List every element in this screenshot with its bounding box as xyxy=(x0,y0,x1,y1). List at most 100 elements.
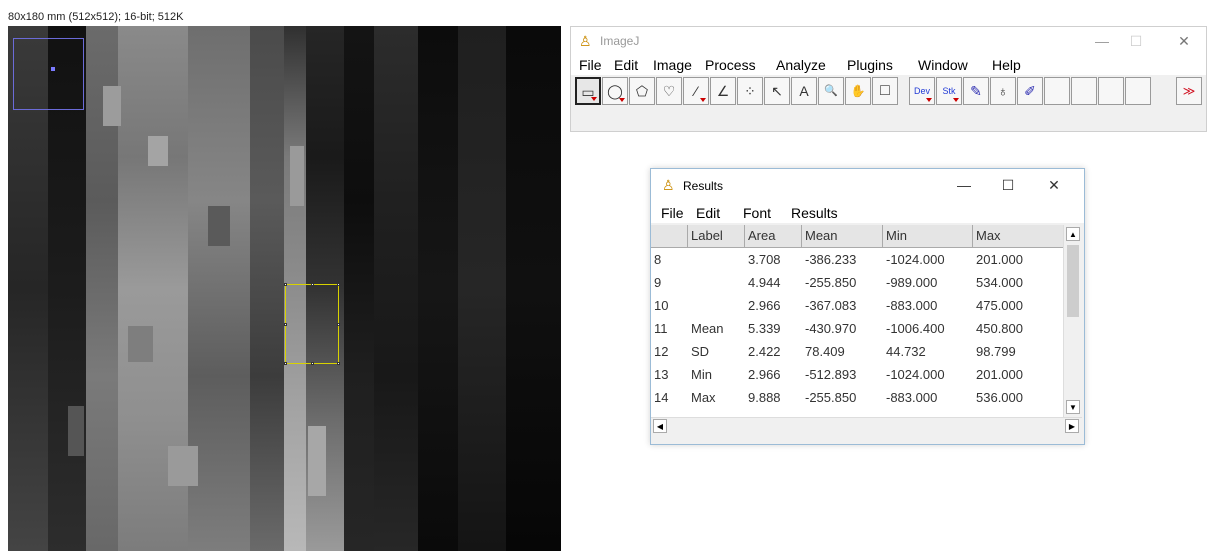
menu-analyze[interactable]: Analyze xyxy=(776,57,826,73)
menu-font[interactable]: Font xyxy=(743,205,771,221)
column-header-mean[interactable]: Mean xyxy=(801,225,882,247)
imagej-title: ImageJ xyxy=(600,34,640,48)
cell-label xyxy=(688,294,691,317)
menu-edit[interactable]: Edit xyxy=(696,205,720,221)
roi-handle[interactable] xyxy=(311,283,314,286)
cell-max: 201.000 xyxy=(976,367,1023,382)
empty-tool-slot[interactable] xyxy=(1098,77,1124,105)
column-header[interactable] xyxy=(651,225,687,247)
table-row[interactable]: 10 2.966 -367.083 -883.000 475.000 xyxy=(651,294,1063,317)
roi-handle[interactable] xyxy=(337,362,340,365)
pencil-tool-button[interactable]: ✐ xyxy=(1017,77,1043,105)
column-header-min[interactable]: Min xyxy=(882,225,972,247)
menu-plugins[interactable]: Plugins xyxy=(847,57,893,73)
fill-tool-button[interactable]: ♁ xyxy=(990,77,1016,105)
angle-tool-button[interactable]: ∠ xyxy=(710,77,736,105)
image-strip xyxy=(506,26,561,551)
roi-handle[interactable] xyxy=(337,323,340,326)
hand-tool-button[interactable]: ✋ xyxy=(845,77,871,105)
brush-icon: ✎ xyxy=(970,83,982,99)
scroll-thumb[interactable] xyxy=(1067,245,1079,317)
vertical-scrollbar[interactable]: ▲ ▼ xyxy=(1063,225,1083,417)
magnifier-tool-button[interactable]: 🔍 xyxy=(818,77,844,105)
brush-tool-button[interactable]: ✎ xyxy=(963,77,989,105)
rectangle-roi[interactable] xyxy=(284,283,340,365)
more-tools-button[interactable]: ≫ xyxy=(1176,77,1202,105)
roi-handle[interactable] xyxy=(284,283,287,286)
scroll-right-arrow-icon[interactable]: ▶ xyxy=(1065,419,1079,433)
roi-handle[interactable] xyxy=(284,362,287,365)
column-header-max[interactable]: Max xyxy=(972,225,1063,247)
maximize-button[interactable]: ☐ xyxy=(1121,31,1151,51)
cell-min: -883.000 xyxy=(886,298,938,313)
line-tool-button[interactable]: ⁄ xyxy=(683,77,709,105)
results-menubar: File Edit Font Results xyxy=(651,203,1084,223)
menu-help[interactable]: Help xyxy=(992,57,1021,73)
scroll-up-arrow-icon[interactable]: ▲ xyxy=(1066,227,1080,241)
cell-mean: -430.970 xyxy=(805,321,857,336)
cell-max: 201.000 xyxy=(976,252,1023,267)
wand-tool-button[interactable]: ↖ xyxy=(764,77,790,105)
imagej-titlebar[interactable]: ♙ ImageJ — ☐ ✕ xyxy=(571,27,1206,55)
menu-process[interactable]: Process xyxy=(705,57,756,73)
navigator-box[interactable] xyxy=(13,38,84,110)
empty-tool-slot[interactable] xyxy=(1044,77,1070,105)
table-row[interactable]: 14 Max 9.888 -255.850 -883.000 536.000 xyxy=(651,386,1063,409)
rectangle-tool-button[interactable]: ▭ xyxy=(575,77,601,105)
menu-window[interactable]: Window xyxy=(918,57,968,73)
column-header-label[interactable]: Label xyxy=(687,225,744,247)
cell-mean: -255.850 xyxy=(805,275,857,290)
dev-tool-button[interactable]: Dev xyxy=(909,77,935,105)
table-row[interactable]: 9 4.944 -255.850 -989.000 534.000 xyxy=(651,271,1063,294)
menu-edit[interactable]: Edit xyxy=(614,57,638,73)
column-header-area[interactable]: Area xyxy=(744,225,801,247)
hand-icon: ✋ xyxy=(850,84,866,98)
menu-file[interactable]: File xyxy=(579,57,602,73)
roi-handle[interactable] xyxy=(284,323,287,326)
cell-max: 450.800 xyxy=(976,321,1023,336)
oval-tool-button[interactable]: ◯ xyxy=(602,77,628,105)
scroll-down-arrow-icon[interactable]: ▼ xyxy=(1066,400,1080,414)
maximize-button[interactable]: ☐ xyxy=(993,175,1023,195)
row-number: 9 xyxy=(654,275,662,290)
table-row[interactable]: 13 Min 2.966 -512.893 -1024.000 201.000 xyxy=(651,363,1063,386)
roi-handle[interactable] xyxy=(311,362,314,365)
freehand-icon: ♡ xyxy=(662,83,676,99)
minimize-button[interactable]: — xyxy=(949,175,979,195)
menu-results[interactable]: Results xyxy=(791,205,838,221)
cell-min: -883.000 xyxy=(886,390,938,405)
cell-min: -1006.400 xyxy=(886,321,945,336)
fill-icon: ♁ xyxy=(997,83,1009,99)
image-canvas[interactable] xyxy=(8,26,561,551)
table-row[interactable]: 8 3.708 -386.233 -1024.000 201.000 xyxy=(651,248,1063,271)
microscope-icon: ♙ xyxy=(662,177,675,193)
minimize-button[interactable]: — xyxy=(1087,31,1117,51)
menu-indicator-icon xyxy=(619,98,625,102)
close-button[interactable]: ✕ xyxy=(1039,175,1069,195)
results-table[interactable]: Label Area Mean Min Max 8 3.708 -386.233… xyxy=(651,225,1063,417)
image-strip xyxy=(344,26,374,551)
empty-tool-slot[interactable] xyxy=(1125,77,1151,105)
cell-min: -989.000 xyxy=(886,275,938,290)
table-row[interactable]: 11 Mean 5.339 -430.970 -1006.400 450.800 xyxy=(651,317,1063,340)
menu-image[interactable]: Image xyxy=(653,57,692,73)
polygon-tool-button[interactable]: ⬠ xyxy=(629,77,655,105)
image-pixel xyxy=(128,326,153,362)
color-picker-tool-button[interactable]: □ xyxy=(872,77,898,105)
horizontal-scrollbar[interactable]: ◀ ▶ xyxy=(651,417,1082,434)
table-row[interactable]: 12 SD 2.422 78.409 44.732 98.799 xyxy=(651,340,1063,363)
close-button[interactable]: ✕ xyxy=(1169,31,1199,51)
freehand-tool-button[interactable]: ♡ xyxy=(656,77,682,105)
menu-file[interactable]: File xyxy=(661,205,684,221)
point-tool-button[interactable]: ⁘ xyxy=(737,77,763,105)
cell-area: 4.944 xyxy=(748,275,781,290)
cell-max: 534.000 xyxy=(976,275,1023,290)
results-titlebar[interactable]: ♙ Results — ☐ ✕ xyxy=(651,169,1084,203)
scroll-left-arrow-icon[interactable]: ◀ xyxy=(653,419,667,433)
menu-indicator-icon xyxy=(591,97,597,101)
image-pixel xyxy=(168,446,198,486)
stk-tool-button[interactable]: Stk xyxy=(936,77,962,105)
empty-tool-slot[interactable] xyxy=(1071,77,1097,105)
roi-handle[interactable] xyxy=(337,283,340,286)
text-tool-button[interactable]: A xyxy=(791,77,817,105)
